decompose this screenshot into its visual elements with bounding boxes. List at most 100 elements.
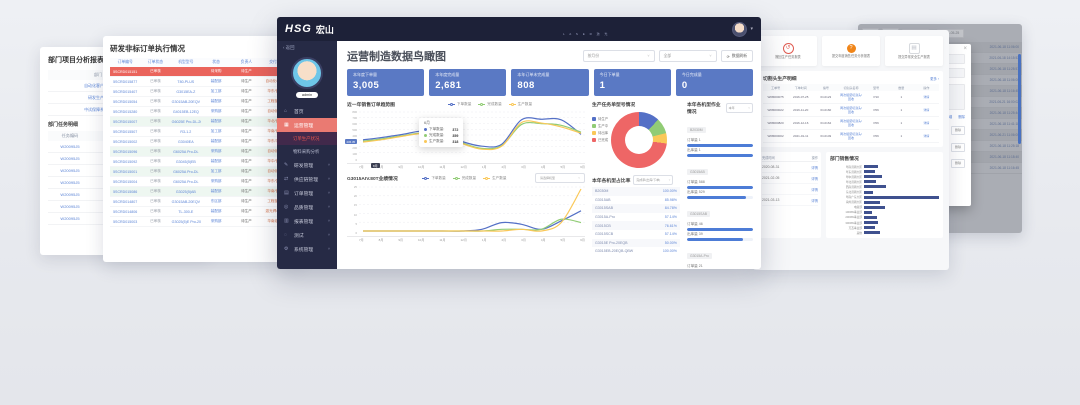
sidebar-item-测试[interactable]: ◌测试˅ bbox=[277, 228, 337, 242]
legend-item[interactable]: 下单数量 bbox=[448, 102, 471, 107]
model-name: B2030M bbox=[595, 189, 663, 193]
machine-list-year-select[interactable]: 本年˅ bbox=[726, 103, 753, 113]
pct-table-row[interactable]: G3015AB85.98% bbox=[592, 196, 680, 205]
scope-filter-select[interactable]: 全部˅ bbox=[659, 50, 717, 62]
sidebar-item-label: 品质管理 bbox=[294, 204, 313, 211]
model-select[interactable]: 请选择机型˅ bbox=[535, 173, 585, 183]
column-header[interactable]: 状态 bbox=[201, 58, 231, 67]
column-header[interactable]: 订单状态 bbox=[140, 58, 170, 67]
detail-link[interactable]: 详情 bbox=[811, 198, 818, 203]
pct-table-row[interactable]: G3015A-Pro57.14% bbox=[592, 213, 680, 222]
sidebar-item-报表管理[interactable]: ▥报表管理˅ bbox=[277, 214, 337, 228]
sidebar-item-首页[interactable]: ⌂首页 bbox=[277, 104, 337, 118]
pct-table-row[interactable]: G3015SAB84.78% bbox=[592, 204, 680, 213]
column-header[interactable]: 下单时间 bbox=[788, 84, 813, 91]
x-tick-label: 4月 bbox=[541, 165, 546, 169]
table-row[interactable]: 5SCRD015004已审核G6025A Pro-DL采购部待生产华东/保障组 bbox=[110, 177, 292, 187]
dim-scrollbar[interactable] bbox=[1018, 54, 1021, 144]
sidebar-back-link[interactable]: ‹ 返回 bbox=[277, 41, 337, 55]
column-header[interactable]: 数量 bbox=[889, 84, 914, 91]
生产数量-legend-marker bbox=[483, 177, 490, 180]
table-row[interactable]: 5SCRD015001已审核G6025A Pro-DL加工部待生产自动化/项目 bbox=[110, 167, 292, 177]
action-card[interactable]: ?提交年度销售任务分析报表 bbox=[822, 36, 880, 66]
user-avatar[interactable] bbox=[732, 22, 747, 37]
column-header[interactable]: 切割头名称 bbox=[838, 84, 863, 91]
table-row[interactable]: 5SCRD015003已审核G3025(5)E Pro-20E采购部待生产华南组… bbox=[110, 217, 292, 227]
table-row[interactable]: 5SCRD015002已审核G3040EA装配部待生产华东/项目组 bbox=[110, 137, 292, 147]
sidebar-item-供应链管理[interactable]: ⇄供应链管理˅ bbox=[277, 172, 337, 186]
pct-table-row[interactable]: G3015CB76.61% bbox=[592, 221, 680, 230]
detail-link[interactable]: 详情 bbox=[811, 165, 818, 170]
table-row[interactable]: 5SCRD015086已审核G3025(5)AB装配部待生产华南/营销组 bbox=[110, 187, 292, 197]
pct-table-row[interactable]: G3015EB-20EQB-QBW100.00% bbox=[592, 247, 680, 256]
month-filter-select[interactable]: 按月份˅ bbox=[583, 50, 655, 62]
refresh-button[interactable]: ⟳数据刷新 bbox=[721, 50, 753, 62]
hbar-row: 其他 bbox=[830, 230, 939, 235]
modal-close-icon[interactable]: × bbox=[963, 46, 967, 52]
chevron-down-icon[interactable]: ▾ bbox=[750, 26, 753, 32]
detail-link[interactable]: 详情 bbox=[811, 187, 818, 192]
donut-legend-item[interactable]: 待出库 bbox=[592, 130, 608, 135]
donut-legend-item[interactable]: 已完成 bbox=[592, 137, 608, 142]
upload-delete-button-1[interactable]: 删除 bbox=[951, 126, 965, 135]
more-link[interactable]: 更多 › bbox=[930, 76, 939, 81]
y-tick-label: 600 bbox=[352, 122, 357, 126]
orders-chart-title: 近一年销售订单趋势图 bbox=[347, 101, 395, 108]
sidebar-subitem-订单生产状况[interactable]: 订单生产状况 bbox=[277, 132, 337, 145]
upload-delete-button-2[interactable]: 删除 bbox=[951, 143, 965, 152]
column-header[interactable]: 编号 bbox=[813, 84, 838, 91]
sidebar-subitem-物料采购分析[interactable]: 物料采购分析 bbox=[277, 145, 337, 158]
table-row[interactable]: 5SCRD015507已审核R3-1.2加工部待生产华南/营销组 bbox=[110, 127, 292, 137]
sidebar-item-研发管理[interactable]: ✎研发管理˅ bbox=[277, 158, 337, 172]
legend-item[interactable]: 完成数量 bbox=[453, 176, 476, 181]
column-header[interactable]: 型号 bbox=[864, 84, 889, 91]
table-row[interactable]: 5SCRD014807已审核G3015AB-20EQV东区部待生产工程部/项目 bbox=[110, 197, 292, 207]
upload-delete-button-3[interactable]: 删除 bbox=[951, 159, 965, 168]
pct-table-row[interactable]: G3015SCB57.14% bbox=[592, 230, 680, 239]
table-row[interactable]: 5SCRD014806已审核TL-300-E装配部待生产激光焊/项目组 bbox=[110, 207, 292, 217]
legend-item[interactable]: 生产数量 bbox=[509, 102, 532, 107]
table-row[interactable]: W080000222016-11-20ID-0160两次组装切割头/回收P061… bbox=[763, 104, 939, 117]
table-row[interactable]: 5SCRD015054已审核G3015AB-20EQV装配部待生产工程部/项目 bbox=[110, 97, 292, 107]
done-col-date: 完成时间 bbox=[762, 155, 775, 160]
table-row[interactable]: 5SCRD015151已审核待采购待生产 bbox=[110, 67, 292, 77]
sidebar-item-品质管理[interactable]: ◎品质管理˅ bbox=[277, 200, 337, 214]
pct-metric-select[interactable]: 完成率(出库/下单)˅ bbox=[633, 175, 673, 185]
sidebar-item-订单管理[interactable]: ▤订单管理˅ bbox=[277, 186, 337, 200]
sidebar-item-系统管理[interactable]: ⚙系统管理˅ bbox=[277, 242, 337, 256]
legend-item[interactable]: 完成数量 bbox=[478, 102, 501, 107]
tooltip-series-label: 完成数量: bbox=[429, 133, 444, 138]
table-row[interactable]: 5SCRD015092已审核G3045(5)EB装配部待生产华中/营销组 bbox=[110, 157, 292, 167]
table-row[interactable]: 5SCRD015007已审核G6025E Pro-DL-20EQV装配部待生产华… bbox=[110, 117, 292, 127]
action-card[interactable]: ↺撤回生产任务报表 bbox=[759, 36, 817, 66]
column-header[interactable]: 任务编码 bbox=[48, 131, 92, 141]
table-row[interactable]: 5SCRD015877已审核T80-PLUS装配部待生产自动化/项目组 bbox=[110, 77, 292, 87]
table-row[interactable]: 5SCRD015096已审核G6025A Pro-DL采购部待生产自动化/保障 bbox=[110, 147, 292, 157]
action-card[interactable]: ▤提交异常安全生产报表 bbox=[885, 36, 943, 66]
column-header[interactable]: 机型型号 bbox=[171, 58, 201, 67]
column-header[interactable]: 订单编号 bbox=[110, 58, 140, 67]
table-row[interactable]: W080000022021-01-11ID-0149两次组装切割头/回收P061… bbox=[763, 130, 939, 143]
tooltip-series-value: 359 bbox=[446, 134, 458, 138]
table-cell: 1 bbox=[889, 130, 914, 143]
modal-delete-link[interactable]: 删除 bbox=[958, 114, 965, 119]
machine-progress-bar bbox=[687, 154, 753, 157]
y-tick-label: 500 bbox=[352, 128, 357, 132]
legend-item[interactable]: 下单数量 bbox=[422, 176, 445, 181]
table-row[interactable]: W080000752016-07-25ID-0123两次组装切割头/回收P101… bbox=[763, 91, 939, 104]
table-row[interactable]: 5SCRD015280已审核G4015EB-12EQ采购部待生产自动化/提升 bbox=[110, 107, 292, 117]
detail-link[interactable]: 详情 bbox=[811, 176, 818, 181]
table-row[interactable]: W080008202016-12-16ID-0164两次组装切割头/回收P061… bbox=[763, 117, 939, 130]
column-header[interactable]: 操作 bbox=[914, 84, 939, 91]
pct-table-row[interactable]: B2030M100.00% bbox=[592, 187, 680, 196]
column-header[interactable]: 工单号 bbox=[763, 84, 788, 91]
legend-item[interactable]: 生产数量 bbox=[483, 176, 506, 181]
table-row[interactable]: 5SCRD015407已审核G3015EA-Z加工部待生产华东/营销组 bbox=[110, 87, 292, 97]
sidebar-item-运营管理[interactable]: ▦运营管理 bbox=[277, 118, 337, 132]
pct-table-row[interactable]: G3015E Pro-20EQB50.00% bbox=[592, 239, 680, 248]
table-cell: 装配部 bbox=[201, 137, 231, 147]
donut-legend-item[interactable]: 生产中 bbox=[592, 123, 608, 128]
column-header[interactable]: 负责人 bbox=[231, 58, 261, 67]
donut-legend-item[interactable]: 待生产 bbox=[592, 116, 608, 121]
y-tick-label: 25 bbox=[354, 185, 357, 189]
